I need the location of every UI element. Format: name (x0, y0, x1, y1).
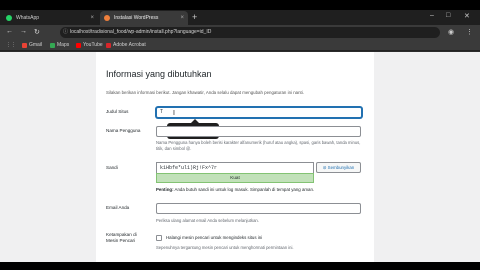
search-visibility-label: Ketampakan di Mesin Pencari (106, 232, 137, 243)
bookmark-youtube[interactable]: YouTube (76, 42, 103, 48)
toolbar: ← → ↻ ⓘ localhost/tradisional_food/wp-ad… (0, 25, 480, 40)
page-content: Informasi yang dibutuhkan Silakan berika… (0, 52, 480, 262)
menu-icon[interactable]: ⋮ (466, 28, 473, 36)
password-strength-indicator: Kuat (156, 173, 314, 183)
password-value: k1Hbfe*ul1)Rj!Fx^7r (160, 165, 218, 171)
tab-label: WhatsApp (16, 15, 40, 21)
search-visibility-description: Sepenuhnya tergantung mesin pencari untu… (156, 245, 294, 250)
email-label: Email Anda (106, 205, 130, 210)
username-label: Nama Pengguna (106, 128, 141, 133)
bookmark-label: YouTube (83, 42, 103, 48)
discourage-search-label[interactable]: Halangi mesin pencari untuk mengindeks s… (166, 235, 262, 240)
gmail-icon (22, 42, 27, 48)
whatsapp-icon (6, 15, 12, 21)
maps-icon (50, 42, 55, 48)
close-window-button[interactable]: ✕ (464, 12, 470, 20)
new-tab-button[interactable]: + (192, 12, 197, 22)
bookmark-label: Gmail (29, 42, 43, 48)
wordpress-tab-icon (104, 15, 110, 21)
site-title-value: T (160, 109, 164, 115)
reload-icon[interactable]: ↻ (34, 28, 40, 36)
bookmark-maps[interactable]: Maps (50, 42, 69, 48)
forward-icon[interactable]: → (20, 28, 27, 35)
close-tab-icon[interactable]: × (180, 15, 184, 21)
tab-wordpress-install[interactable]: Instalasi WordPress × (100, 11, 188, 25)
hide-password-button[interactable]: ⊘ Sembunyikan (316, 162, 361, 173)
site-title-label: Judul Situs (106, 109, 129, 114)
tab-whatsapp[interactable]: WhatsApp × (2, 11, 98, 25)
back-icon[interactable]: ← (6, 28, 13, 35)
hide-password-label: Sembunyikan (327, 165, 355, 170)
bookmark-adobe-acrobat[interactable]: Adobe Acrobat (106, 42, 146, 48)
bookmark-label: Maps (57, 42, 70, 48)
letterbox-bottom (0, 262, 480, 270)
email-description: Periksa ulang alamat email Anda sebelum … (156, 218, 259, 223)
youtube-icon (76, 42, 81, 48)
tab-bar: WhatsApp × Instalasi WordPress × + – □ ✕ (0, 10, 480, 25)
bookmark-gmail[interactable]: Gmail (22, 42, 42, 48)
browser-window: WhatsApp × Instalasi WordPress × + – □ ✕… (0, 10, 480, 262)
site-title-input[interactable]: T I (156, 107, 362, 118)
profile-icon[interactable]: ◉ (448, 28, 454, 36)
bookmark-label: Adobe Acrobat (113, 42, 146, 48)
close-tab-icon[interactable]: × (90, 15, 94, 21)
username-description: Nama Pengguna hanya boleh berisi karakte… (156, 140, 361, 151)
password-label: Sandi (106, 165, 118, 170)
intro-text: Silakan berikan informasi berikut. Janga… (106, 90, 304, 95)
maximize-button[interactable]: □ (446, 12, 450, 19)
password-input[interactable]: k1Hbfe*ul1)Rj!Fx^7r (156, 162, 314, 173)
install-form: Informasi yang dibutuhkan Silakan berika… (96, 52, 374, 262)
url-text: localhost/tradisional_food/wp-admin/inst… (70, 29, 212, 35)
address-bar[interactable]: ⓘ localhost/tradisional_food/wp-admin/in… (60, 27, 440, 38)
bookmarks-bar: ⋮⋮ Gmail Maps YouTube Adobe Acrobat (0, 40, 480, 51)
note-text: Anda butuh sandi ini untuk log masuk. Si… (173, 187, 315, 192)
text-cursor-icon: I (173, 110, 175, 117)
password-note: Penting: Anda butuh sandi ini untuk log … (156, 187, 314, 192)
minimize-button[interactable]: – (430, 12, 434, 19)
site-info-icon[interactable]: ⓘ (63, 27, 68, 38)
email-input[interactable] (156, 203, 361, 214)
acrobat-icon (106, 42, 111, 48)
discourage-search-checkbox[interactable] (156, 235, 162, 241)
apps-icon[interactable]: ⋮⋮ (6, 42, 16, 48)
note-bold: Penting: (156, 187, 174, 192)
username-input[interactable] (156, 126, 361, 137)
tab-label: Instalasi WordPress (114, 15, 159, 21)
page-title: Informasi yang dibutuhkan (106, 69, 212, 79)
